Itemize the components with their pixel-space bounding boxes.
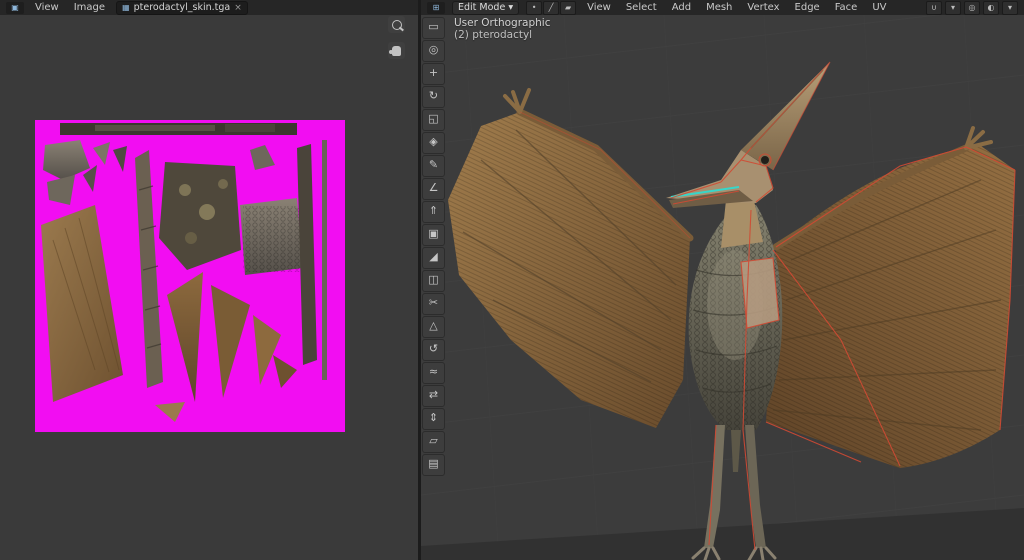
tool-rip-region-button[interactable]: ▤	[422, 454, 445, 476]
menu-uv[interactable]: UV	[868, 1, 890, 14]
image-datablock-field[interactable]: ▦ pterodactyl_skin.tga ×	[116, 1, 248, 15]
tool-knife-button[interactable]: ✂	[422, 293, 445, 315]
viewport-3d[interactable]: ⊞ Edit Mode ▾ • ╱ ▰ View Select Add Mesh…	[421, 0, 1024, 560]
tool-edge-slide-button[interactable]: ⇄	[422, 385, 445, 407]
tool-annotate-button[interactable]: ✎	[422, 155, 445, 177]
unlink-image-icon[interactable]: ×	[234, 3, 242, 13]
tool-shrink-fatten-button[interactable]: ⇕	[422, 408, 445, 430]
viewport-header: ⊞ Edit Mode ▾ • ╱ ▰ View Select Add Mesh…	[421, 0, 1024, 15]
uv-editor-header: ▣ View Image ▦ pterodactyl_skin.tga ×	[0, 0, 418, 15]
menu-select[interactable]: Select	[622, 1, 661, 14]
tool-smooth-button[interactable]: ≈	[422, 362, 445, 384]
tool-cursor-button[interactable]: ◎	[422, 40, 445, 62]
pan-hand-icon[interactable]	[388, 42, 405, 59]
tool-scale-button[interactable]: ◱	[422, 109, 445, 131]
left-wing	[448, 90, 690, 428]
menu-view[interactable]: View	[583, 1, 615, 14]
menu-vertex[interactable]: Vertex	[743, 1, 783, 14]
edge-select-button[interactable]: ╱	[543, 1, 559, 15]
right-wing	[766, 128, 1015, 468]
menu-face[interactable]: Face	[831, 1, 862, 14]
texture-atlas-svg	[35, 120, 345, 432]
uv-image-editor[interactable]: ▣ View Image ▦ pterodactyl_skin.tga ×	[0, 0, 418, 560]
menu-mesh[interactable]: Mesh	[702, 1, 736, 14]
shading-dropdown-icon[interactable]: ▾	[1002, 1, 1018, 15]
vertex-select-button[interactable]: •	[526, 1, 542, 15]
face-select-button[interactable]: ▰	[560, 1, 576, 15]
right-wing-claw	[966, 128, 991, 148]
tool-select-box-button[interactable]: ▭	[422, 17, 445, 39]
head	[666, 62, 830, 248]
uv-view-menu[interactable]: View	[31, 1, 63, 14]
viewport-canvas[interactable]	[421, 0, 1024, 560]
tool-measure-button[interactable]: ∠	[422, 178, 445, 200]
viewport-toolbar: ▭ ◎ + ↻ ◱ ◈ ✎ ∠ ⇑ ▣ ◢ ◫ ✂ △ ↺ ≈ ⇄ ⇕ ▱ ▤	[422, 17, 446, 476]
texture-atlas-image[interactable]	[35, 120, 345, 432]
tool-poly-build-button[interactable]: △	[422, 316, 445, 338]
tool-shear-button[interactable]: ▱	[422, 431, 445, 453]
tool-transform-button[interactable]: ◈	[422, 132, 445, 154]
snap-magnet-icon[interactable]: ∪	[926, 1, 942, 15]
neck	[721, 196, 763, 248]
tool-inset-faces-button[interactable]: ▣	[422, 224, 445, 246]
image-name: pterodactyl_skin.tga	[134, 2, 231, 13]
active-object-label: (2) pterodactyl	[454, 29, 550, 41]
tool-bevel-button[interactable]: ◢	[422, 247, 445, 269]
mode-dropdown[interactable]: Edit Mode ▾	[452, 1, 519, 15]
mode-label: Edit Mode	[458, 2, 505, 13]
image-editor-icon[interactable]: ▣	[6, 2, 24, 14]
viewport-editor-icon[interactable]: ⊞	[427, 2, 445, 14]
mode-caret-icon: ▾	[508, 2, 513, 13]
tool-extrude-button[interactable]: ⇑	[422, 201, 445, 223]
overlays-icon[interactable]: ◐	[983, 1, 999, 15]
viewport-floor	[421, 508, 1024, 560]
tool-move-button[interactable]: +	[422, 63, 445, 85]
atlas-top-strip	[60, 123, 297, 135]
tool-loop-cut-button[interactable]: ◫	[422, 270, 445, 292]
eye	[761, 156, 769, 164]
uv-image-menu[interactable]: Image	[70, 1, 109, 14]
image-datablock-icon: ▦	[122, 3, 130, 12]
head-crest	[741, 62, 830, 170]
tail	[731, 430, 741, 472]
proportional-editing-icon[interactable]: ◎	[964, 1, 980, 15]
view-orientation-label: User Orthographic	[454, 17, 550, 29]
viewport-overlay-text: User Orthographic (2) pterodactyl	[454, 17, 550, 41]
atlas-croc-piece	[240, 198, 303, 275]
uv-nav-gizmos	[388, 16, 408, 59]
menu-edge[interactable]: Edge	[791, 1, 824, 14]
snap-dropdown-icon[interactable]: ▾	[945, 1, 961, 15]
tool-rotate-button[interactable]: ↻	[422, 86, 445, 108]
zoom-icon[interactable]	[388, 16, 405, 33]
menu-add[interactable]: Add	[668, 1, 695, 14]
left-wing-claw	[505, 90, 529, 112]
tool-spin-button[interactable]: ↺	[422, 339, 445, 361]
